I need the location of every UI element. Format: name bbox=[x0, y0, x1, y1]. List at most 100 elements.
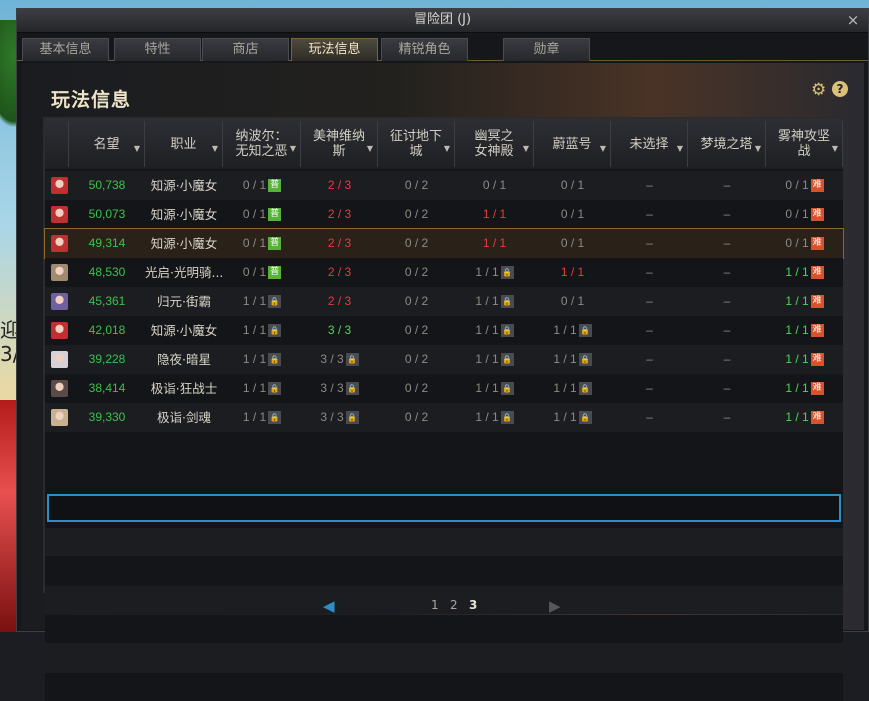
lock-icon: 🔒 bbox=[500, 353, 514, 367]
column-header-1[interactable]: 名望 ▼ bbox=[69, 121, 145, 167]
azure-cell: 1 / 1 🔒 bbox=[534, 374, 611, 403]
netherworld-cell: 0 / 1 bbox=[455, 171, 534, 200]
hard-badge-icon: 难 bbox=[810, 179, 824, 193]
tab-3[interactable]: 商店 bbox=[202, 38, 289, 61]
cell-value: – bbox=[646, 410, 653, 424]
prev-page-icon[interactable]: ◀ bbox=[323, 597, 335, 615]
cell-value: 1 / 1 bbox=[242, 352, 267, 366]
sort-arrow-icon[interactable]: ▼ bbox=[134, 141, 140, 156]
column-header-4[interactable]: 美神维纳 斯 ▼ bbox=[301, 121, 378, 167]
table-row[interactable]: 50,073 知源·小魔女 0 / 1普2 / 30 / 21 / 10 / 1– –… bbox=[45, 200, 843, 229]
tab-2[interactable]: 特性 bbox=[114, 38, 201, 61]
sort-arrow-icon[interactable]: ▼ bbox=[677, 141, 683, 156]
tab-5[interactable]: 精锐角色 bbox=[381, 38, 468, 61]
column-header-2[interactable]: 职业 ▼ bbox=[145, 121, 223, 167]
azure-cell: 0 / 1 bbox=[534, 200, 611, 229]
cell-value: – bbox=[646, 352, 653, 366]
sort-arrow-icon[interactable]: ▼ bbox=[523, 141, 529, 156]
napol-cell: 0 / 1普 bbox=[223, 258, 301, 287]
column-header-7[interactable]: 蔚蓝号 ▼ bbox=[534, 121, 611, 167]
cell-value: 39,228 bbox=[88, 352, 126, 366]
hard-badge-icon: 难 bbox=[810, 266, 824, 280]
page-number[interactable]: 1 bbox=[431, 598, 439, 612]
sort-arrow-icon[interactable]: ▼ bbox=[212, 141, 218, 156]
column-label: 梦境之塔 bbox=[700, 136, 753, 152]
help-icon[interactable]: ? bbox=[832, 81, 848, 97]
cell-value: 45,361 bbox=[88, 294, 126, 308]
netherworld-cell: 1 / 1 🔒 bbox=[455, 345, 534, 374]
cell-value: 2 / 3 bbox=[327, 265, 352, 279]
sort-arrow-icon[interactable]: ▼ bbox=[444, 141, 450, 156]
sort-arrow-icon[interactable]: ▼ bbox=[600, 141, 606, 156]
page-number[interactable]: 3 bbox=[469, 598, 477, 612]
sort-arrow-icon[interactable]: ▼ bbox=[367, 141, 373, 156]
cell-value: 1 / 1 bbox=[242, 381, 267, 395]
column-header-3[interactable]: 纳波尔： 无知之恶 ▼ bbox=[223, 121, 301, 167]
lock-icon: 🔒 bbox=[268, 295, 282, 309]
unselected-cell: – bbox=[611, 403, 688, 432]
reputation-cell: 39,228 bbox=[69, 345, 145, 374]
avatar bbox=[51, 351, 68, 368]
fog-raid-cell: 1 / 1难 bbox=[766, 374, 843, 403]
cell-value: 0 / 1 bbox=[242, 265, 267, 279]
dungeon-cell: 0 / 2 bbox=[378, 374, 455, 403]
lock-icon: 🔒 bbox=[345, 382, 359, 396]
close-icon[interactable]: × bbox=[844, 11, 862, 29]
column-header-8[interactable]: 未选择 ▼ bbox=[611, 121, 688, 167]
netherworld-cell: 1 / 1 🔒 bbox=[455, 316, 534, 345]
dungeon-cell: 0 / 2 bbox=[378, 403, 455, 432]
column-header-10[interactable]: 雾神攻坚 战 ▼ bbox=[766, 121, 843, 167]
cell-value: – bbox=[723, 294, 731, 308]
tab-1[interactable]: 基本信息 bbox=[22, 38, 109, 61]
dungeon-cell: 0 / 2 bbox=[378, 258, 455, 287]
table-row[interactable]: 38,414 极诣·狂战士 1 / 1 🔒 3 / 3 🔒 0 / 21 / 1 🔒 1 / 1… bbox=[45, 374, 843, 403]
dungeon-cell: 0 / 2 bbox=[378, 171, 455, 200]
fog-raid-cell: 1 / 1难 bbox=[766, 258, 843, 287]
cell-value: 2 / 3 bbox=[327, 294, 352, 308]
page-number[interactable]: 2 bbox=[450, 598, 458, 612]
lock-icon: 🔒 bbox=[268, 382, 282, 396]
cell-value: 3 / 3 bbox=[320, 352, 344, 366]
cell-value: – bbox=[646, 265, 653, 279]
cell-value: 光启·光明骑... bbox=[145, 265, 224, 280]
cell-value: – bbox=[646, 207, 653, 221]
next-page-icon[interactable]: ▶ bbox=[549, 597, 561, 615]
table-row[interactable]: 49,314 知源·小魔女 0 / 1普2 / 30 / 21 / 10 / 1– –… bbox=[44, 228, 844, 259]
table-row[interactable]: 39,228 隐夜·暗星 1 / 1 🔒 3 / 3 🔒 0 / 21 / 1 🔒 1 / 1 🔒… bbox=[45, 345, 843, 374]
column-label: 未选择 bbox=[629, 136, 669, 152]
sort-arrow-icon[interactable]: ▼ bbox=[832, 141, 838, 156]
cell-value: 1 / 1 bbox=[242, 410, 267, 424]
reputation-cell: 48,530 bbox=[69, 258, 145, 287]
hard-badge-icon: 难 bbox=[810, 237, 824, 251]
table-row[interactable]: 50,738 知源·小魔女 0 / 1普2 / 30 / 20 / 10 / 1– –… bbox=[45, 171, 843, 200]
reputation-cell: 50,738 bbox=[69, 171, 145, 200]
azure-cell: 0 / 1 bbox=[534, 171, 611, 200]
column-header-9[interactable]: 梦境之塔 ▼ bbox=[688, 121, 766, 167]
reputation-cell: 39,330 bbox=[69, 403, 145, 432]
cell-value: 0 / 1 bbox=[560, 207, 585, 221]
cell-value: – bbox=[723, 352, 731, 366]
empty-row bbox=[45, 615, 843, 643]
cell-value: 0 / 2 bbox=[404, 323, 429, 337]
table-row[interactable]: 45,361 归元·街霸 1 / 1 🔒 2 / 30 / 21 / 1 🔒 0 / 1– –… bbox=[45, 287, 843, 316]
table-row[interactable]: 42,018 知源·小魔女 1 / 1 🔒 3 / 30 / 21 / 1 🔒 1 / 1 🔒… bbox=[45, 316, 843, 345]
sort-arrow-icon[interactable]: ▼ bbox=[755, 141, 761, 156]
tab-6[interactable]: 勋章 bbox=[503, 38, 590, 61]
azure-cell: 1 / 1 🔒 bbox=[534, 316, 611, 345]
window-titlebar[interactable]: 冒险团 (J) × bbox=[17, 9, 868, 33]
netherworld-cell: 1 / 1 🔒 bbox=[455, 258, 534, 287]
netherworld-cell: 1 / 1 🔒 bbox=[455, 403, 534, 432]
venus-cell: 3 / 3 🔒 bbox=[301, 403, 378, 432]
sort-arrow-icon[interactable]: ▼ bbox=[290, 141, 296, 156]
column-header-6[interactable]: 幽冥之 女神殿 ▼ bbox=[455, 121, 534, 167]
tab-4[interactable]: 玩法信息 bbox=[291, 38, 378, 61]
cell-value: 1 / 1 bbox=[482, 236, 507, 250]
empty-selected-row[interactable] bbox=[47, 494, 841, 522]
column-header-5[interactable]: 征讨地下 城 ▼ bbox=[378, 121, 455, 167]
page-title: 玩法信息 bbox=[51, 89, 132, 111]
table-row[interactable]: 48,530 光启·光明骑... 0 / 1普 2 / 3 0 / 21 / 1 🔒 1 /… bbox=[45, 258, 843, 287]
cell-value: 知源·小魔女 bbox=[150, 323, 218, 338]
gear-icon[interactable]: ⚙ bbox=[811, 81, 829, 99]
table-row[interactable]: 39,330 极诣·剑魂 1 / 1 🔒 3 / 3 🔒 0 / 21 / 1 🔒 1 / 1 🔒… bbox=[45, 403, 843, 432]
azure-cell: 0 / 1 bbox=[534, 287, 611, 316]
